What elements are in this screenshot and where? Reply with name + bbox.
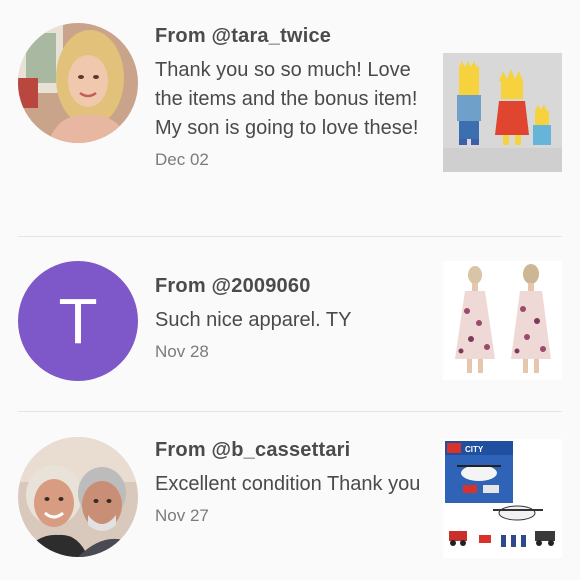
review-message: Excellent condition Thank you <box>155 473 421 495</box>
lego-brand-text: CITY <box>465 445 484 454</box>
reviewer-username[interactable]: From @tara_twice <box>155 23 423 49</box>
review-content: From @tara_twice Thank you so so much! L… <box>155 23 423 171</box>
reviewer-avatar[interactable]: T <box>18 261 138 381</box>
reviewer-username[interactable]: From @b_cassettari <box>155 437 423 463</box>
review-item[interactable]: From @b_cassettari Excellent condition T… <box>0 412 580 580</box>
avatar-photo-couple <box>18 437 138 557</box>
reviews-list: From @tara_twice Thank you so so much! L… <box>0 0 580 580</box>
review-date: Dec 02 <box>155 150 209 169</box>
item-thumbnail[interactable]: CITY <box>443 439 562 558</box>
review-date: Nov 28 <box>155 342 209 361</box>
avatar-letter: T <box>58 285 98 357</box>
lego-city-set-image: CITY <box>443 439 562 558</box>
review-content: From @b_cassettari Excellent condition T… <box>155 437 423 527</box>
simpsons-figures-image <box>443 53 562 172</box>
review-content: From @2009060 Such nice apparel. TY Nov … <box>155 273 423 363</box>
item-thumbnail[interactable] <box>443 53 562 172</box>
review-message: Thank you so so much! Love the items and… <box>155 59 419 139</box>
review-date: Nov 27 <box>155 506 209 525</box>
item-thumbnail[interactable] <box>443 261 562 380</box>
reviewer-avatar[interactable] <box>18 23 138 143</box>
review-item[interactable]: T From @2009060 Such nice apparel. TY No… <box>0 237 580 412</box>
review-item[interactable]: From @tara_twice Thank you so so much! L… <box>0 0 580 237</box>
reviewer-username[interactable]: From @2009060 <box>155 273 423 299</box>
floral-dress-image <box>443 261 562 380</box>
avatar-photo-woman <box>18 23 138 143</box>
review-message: Such nice apparel. TY <box>155 309 352 331</box>
reviewer-avatar[interactable] <box>18 437 138 557</box>
